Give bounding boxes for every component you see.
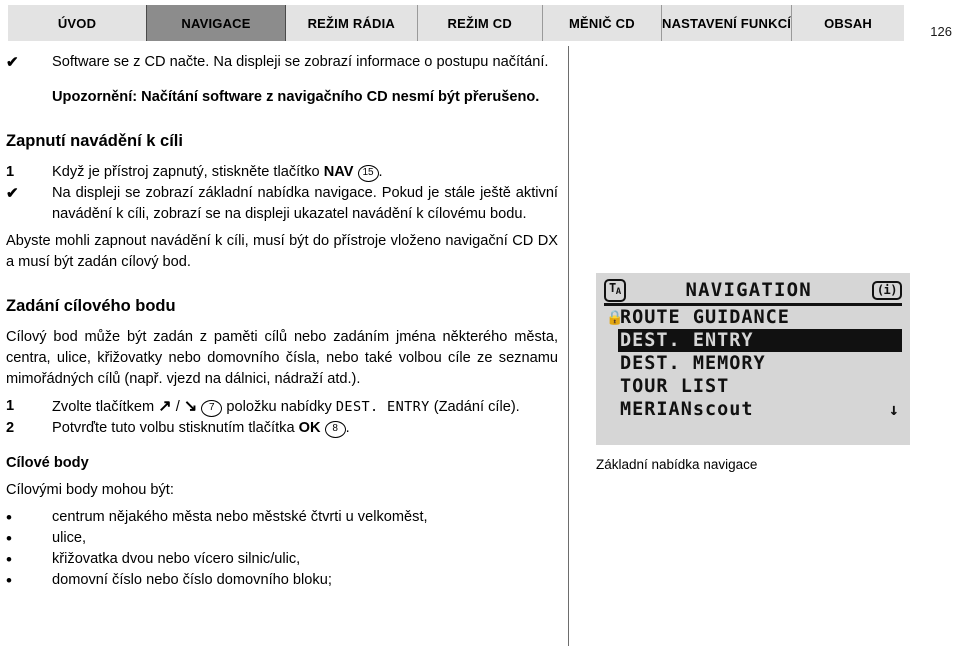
tab-label: MĚNIČ CD bbox=[568, 15, 635, 31]
lcd-menu-item[interactable]: DEST. ENTRY bbox=[618, 329, 902, 352]
lcd-menu-item-label: DEST. ENTRY bbox=[620, 330, 754, 351]
software-load-text: Software se z CD načte. Na displeji se z… bbox=[52, 54, 549, 70]
list-item: • ulice, bbox=[6, 528, 558, 549]
enable-note-text: Abyste mohli zapnout navádění k cíli, mu… bbox=[6, 233, 558, 270]
tab-m-ni-cd[interactable]: MĚNIČ CD bbox=[541, 5, 661, 41]
tab-nastaven-funkc-[interactable]: NASTAVENÍ FUNKCÍ bbox=[660, 5, 792, 41]
list-item-label: domovní číslo nebo číslo domovního bloku… bbox=[52, 572, 332, 588]
lcd-menu-item-label: ROUTE GUIDANCE bbox=[620, 307, 790, 328]
step-text-pre: Když je přístroj zapnutý, stiskněte tlač… bbox=[52, 164, 324, 180]
heading-enable-guidance: Zapnutí navádění k cíli bbox=[6, 132, 183, 150]
bullet-icon: • bbox=[6, 529, 12, 548]
step-entry-1-text: Zvolte tlačítkem ↗ / ↘ 7 položku nabídky… bbox=[52, 396, 558, 418]
tab-re-im-r-dia[interactable]: REŽIM RÁDIA bbox=[286, 5, 417, 41]
enable-result-text: Na displeji se zobrazí základní nabídka … bbox=[52, 185, 558, 222]
step-entry-2-text: Potvrďte tuto volbu stisknutím tlačítka … bbox=[52, 418, 558, 439]
lcd-menu-list: 🔒 ROUTE GUIDANCE DEST. ENTRY DEST. MEMORY TO… bbox=[604, 306, 902, 421]
step-entry-2: 2 Potvrďte tuto volbu stisknutím tlačítk… bbox=[6, 418, 558, 439]
tab-label: REŽIM RÁDIA bbox=[307, 15, 395, 31]
lcd-title: NAVIGATION bbox=[685, 279, 812, 301]
arrow-down-icon: ↘ bbox=[183, 398, 198, 415]
main-text-column: ✔ Software se z CD načte. Na displeji se… bbox=[6, 52, 558, 591]
warning-block: Upozornění: Načítání software z navigačn… bbox=[6, 87, 558, 108]
tab-label: NAVIGACE bbox=[181, 15, 251, 31]
list-item: • centrum nějakého města nebo městské čtv… bbox=[6, 507, 558, 528]
lcd-title-bar: TA NAVIGATION (i) bbox=[604, 278, 902, 306]
lcd-menu-item-label: MERIANscout bbox=[620, 399, 754, 420]
ta-badge-main: T bbox=[609, 280, 616, 295]
bullet-icon: • bbox=[6, 571, 12, 590]
lcd-menu-item-label: TOUR LIST bbox=[620, 376, 730, 397]
lcd-menu-item[interactable]: MERIANscout ↓ bbox=[604, 398, 902, 421]
step-text-post: . bbox=[378, 164, 383, 180]
nav-button-label: NAV bbox=[323, 164, 354, 180]
step-text-pre: Potvrďte tuto volbu stisknutím tlačítka bbox=[52, 420, 299, 436]
list-item-label: centrum nějakého města nebo městské čtvr… bbox=[52, 509, 428, 525]
tab-re-im-cd[interactable]: REŽIM CD bbox=[416, 5, 542, 41]
heading-destination-entry: Zadání cílového bodu bbox=[6, 297, 176, 315]
destination-entry-paragraph: Cílový bod může být zadán z paměti cílů … bbox=[6, 329, 558, 387]
tab-obsah[interactable]: OBSAH bbox=[791, 5, 904, 41]
section-tabbar: ÚVOD NAVIGACE REŽIM RÁDIA REŽIM CD MĚNIČ CD N… bbox=[8, 5, 904, 41]
step-number: 2 bbox=[6, 420, 15, 436]
tab-label: REŽIM CD bbox=[447, 15, 512, 31]
step-enable-1: 1 Když je přístroj zapnutý, stiskněte tl… bbox=[6, 162, 558, 183]
tab-label: OBSAH bbox=[824, 15, 873, 31]
tab--vod[interactable]: ÚVOD bbox=[8, 5, 146, 41]
lock-icon: 🔒 bbox=[606, 309, 625, 326]
subheading-target-points: Cílové body bbox=[6, 455, 89, 471]
lcd-menu-item[interactable]: 🔒 ROUTE GUIDANCE bbox=[604, 306, 902, 329]
lcd-menu-item[interactable]: TOUR LIST bbox=[604, 375, 902, 398]
lcd-menu-item[interactable]: DEST. MEMORY bbox=[604, 352, 902, 375]
lcd-display-figure: TA NAVIGATION (i) 🔒 ROUTE GUIDANCE DEST. E… bbox=[596, 273, 910, 445]
step-enable-1-text: Když je přístroj zapnutý, stiskněte tlač… bbox=[52, 162, 558, 183]
targets-list: • centrum nějakého města nebo městské čtv… bbox=[6, 507, 558, 591]
tab-label: ÚVOD bbox=[57, 15, 97, 31]
lcd-menu-item-label: DEST. MEMORY bbox=[620, 353, 766, 374]
ta-badge-sub: A bbox=[615, 286, 621, 297]
list-item-label: ulice, bbox=[52, 530, 87, 546]
callout-7: 7 bbox=[201, 400, 223, 417]
ta-indicator-icon: TA bbox=[604, 278, 626, 302]
callout-8: 8 bbox=[324, 421, 346, 438]
info-indicator-icon: (i) bbox=[871, 280, 902, 300]
arrow-up-icon: ↗ bbox=[158, 398, 172, 415]
step-text-post: (Zadání cíle). bbox=[429, 399, 520, 415]
ok-button-label: OK bbox=[298, 420, 321, 436]
step-number: 1 bbox=[6, 398, 15, 414]
menu-item-code: DEST. ENTRY bbox=[335, 399, 430, 415]
scroll-down-icon: ↓ bbox=[888, 399, 900, 420]
tab-label: NASTAVENÍ FUNKCÍ bbox=[661, 15, 792, 31]
step-number: 1 bbox=[6, 164, 15, 180]
list-item: • křižovatka dvou nebo vícero silnic/ulic… bbox=[6, 549, 558, 570]
arrow-separator: / bbox=[171, 399, 184, 415]
list-item-software-load: ✔ Software se z CD načte. Na displeji se… bbox=[6, 52, 558, 73]
tab-navigace[interactable]: NAVIGACE bbox=[146, 5, 286, 41]
list-item-label: křižovatka dvou nebo vícero silnic/ulic, bbox=[52, 551, 301, 567]
step-entry-1: 1 Zvolte tlačítkem ↗ / ↘ 7 položku nabíd… bbox=[6, 396, 558, 418]
step-text-pre: Zvolte tlačítkem bbox=[52, 399, 159, 415]
list-item-enable-result: ✔ Na displeji se zobrazí základní nabídk… bbox=[6, 183, 558, 225]
warning-text: Upozornění: Načítání software z navigačn… bbox=[52, 89, 540, 105]
check-icon: ✔ bbox=[6, 185, 19, 202]
list-item: • domovní číslo nebo číslo domovního blok… bbox=[6, 570, 558, 591]
targets-intro-text: Cílovými body mohou být: bbox=[6, 482, 174, 498]
page-number: 126 bbox=[930, 24, 952, 39]
lcd-figure-caption: Základní nabídka navigace bbox=[596, 457, 758, 472]
bullet-icon: • bbox=[6, 508, 12, 527]
column-divider bbox=[568, 46, 569, 646]
check-icon: ✔ bbox=[6, 54, 19, 71]
step-text-mid: položku nabídky bbox=[222, 399, 336, 415]
bullet-icon: • bbox=[6, 550, 12, 569]
callout-15: 15 bbox=[357, 165, 379, 182]
step-text-post: . bbox=[345, 420, 350, 436]
